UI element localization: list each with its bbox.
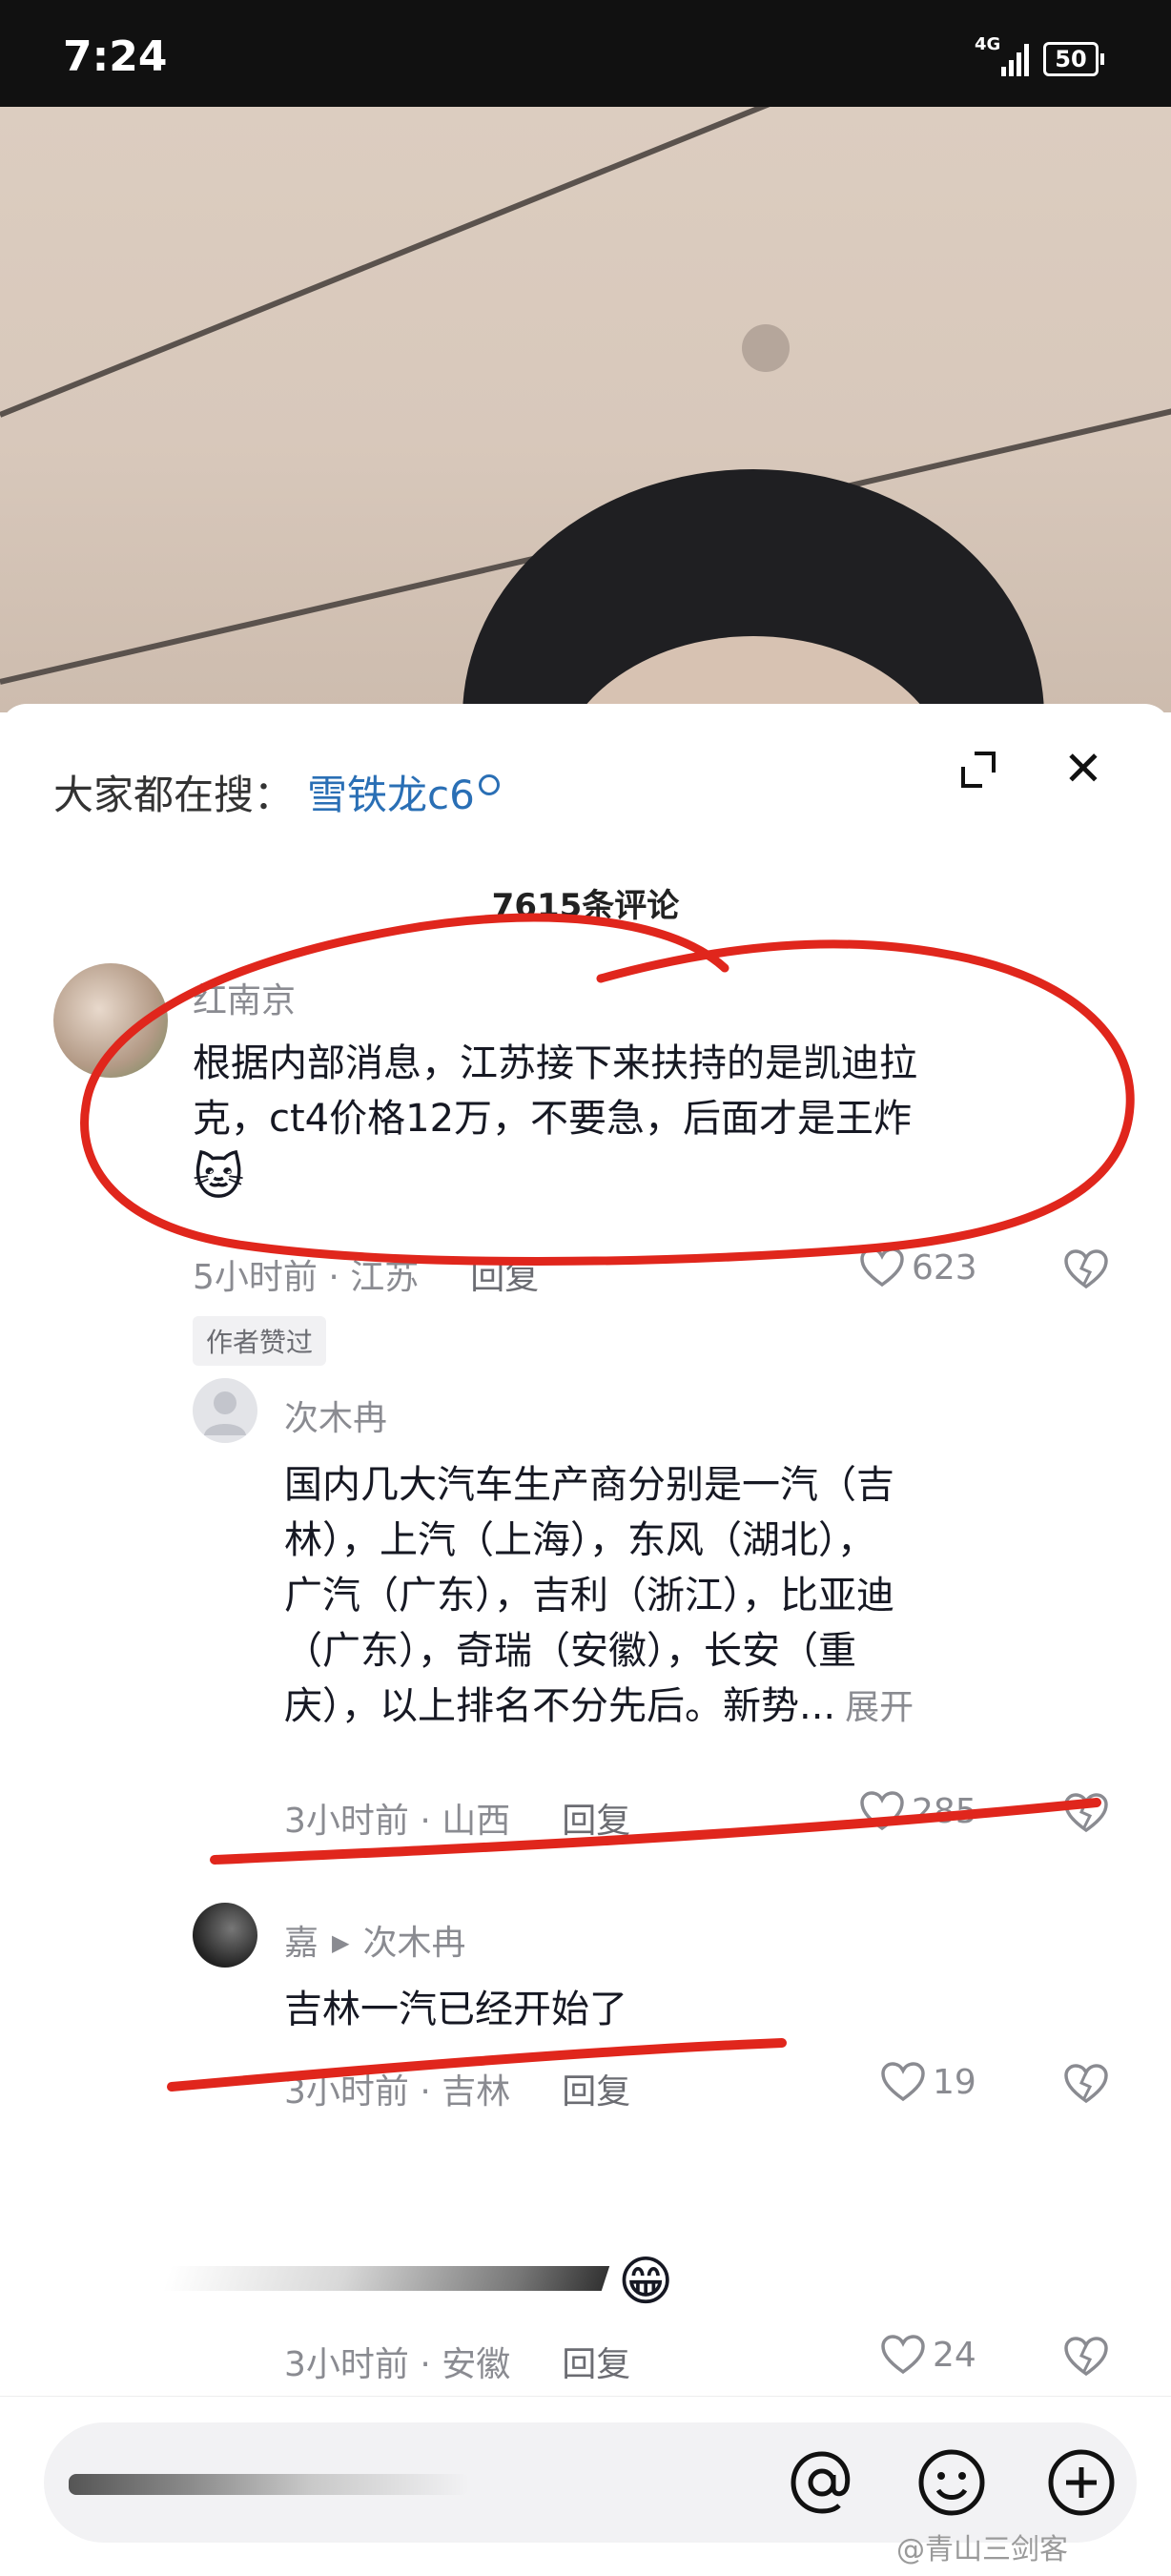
reply-text-line: （广东），奇瑞（安徽），长安（重 (284, 1629, 856, 1673)
reply-button[interactable]: 回复 (562, 2345, 630, 2384)
redacted-text-bar (162, 2266, 610, 2291)
watermark: @青山三剑客 (896, 2533, 1068, 2566)
search-icon (478, 774, 500, 795)
avatar[interactable] (53, 963, 168, 1078)
dislike-icon[interactable] (1064, 1793, 1108, 1837)
network-indicator: 4G (975, 34, 1001, 54)
signal-icon (1001, 44, 1032, 76)
reply-to-username[interactable]: 次木冉 (362, 1924, 465, 1963)
reply-button[interactable]: 回复 (470, 1258, 539, 1297)
reply-time-location: 3小时前 · 吉林 (284, 2072, 511, 2112)
add-icon[interactable] (1045, 2446, 1118, 2519)
like-button[interactable]: 285 (860, 1791, 977, 1831)
expand-text-button[interactable]: 展开 (845, 1688, 914, 1727)
trending-search-label: 大家都在搜： (53, 772, 295, 818)
like-count: 623 (912, 1247, 977, 1288)
status-time: 7:24 (63, 32, 168, 81)
input-placeholder-redacted (69, 2474, 469, 2495)
comment-username[interactable]: 红南京 (193, 973, 296, 1022)
reply-text-line: 广汽（广东），吉利（浙江），比亚迪 (284, 1574, 894, 1618)
reply-username[interactable]: 嘉 ▶ 次木冉 (284, 1915, 466, 1965)
like-count: 19 (933, 2062, 976, 2102)
heart-icon (860, 1247, 904, 1288)
comment-text: 根据内部消息，江苏接下来扶持的是凯迪拉 克，ct4价格12万，不要急，后面才是王… (193, 1036, 1127, 1209)
author-liked-badge: 作者赞过 (193, 1316, 327, 1366)
video-frame (0, 107, 1171, 712)
ceiling-light (742, 324, 790, 372)
comment-count: 7615条评论 (491, 887, 680, 925)
reply-text: 吉林一汽已经开始了 (284, 1988, 627, 2031)
dislike-icon[interactable] (1064, 2337, 1108, 2380)
emoji-icon[interactable] (915, 2446, 988, 2519)
mention-icon[interactable] (786, 2446, 858, 2519)
reply-time-location: 3小时前 · 山西 (284, 1802, 511, 1841)
dislike-icon[interactable] (1064, 1249, 1108, 1293)
status-bar: 7:24 4G 50 (0, 0, 1171, 107)
reply-text-line: 国内几大汽车生产商分别是一汽（吉 (284, 1463, 894, 1507)
reply-time-location: 3小时前 · 安徽 (284, 2345, 511, 2384)
like-count: 24 (933, 2335, 976, 2375)
heart-icon (881, 2335, 925, 2375)
close-icon[interactable]: ✕ (1057, 742, 1110, 795)
reply-meta: 3小时前 · 山西 回复 (284, 1793, 630, 1843)
avatar[interactable] (193, 1903, 257, 1968)
comment-text-line: 克，ct4价格12万，不要急，后面才是王炸 (193, 1097, 913, 1141)
comment-meta: 5小时前 · 江苏 回复 (193, 1249, 539, 1299)
reply-username[interactable]: 次木冉 (284, 1391, 387, 1440)
dislike-icon[interactable] (1064, 2064, 1108, 2108)
like-button[interactable]: 24 (881, 2335, 976, 2375)
reply-meta: 3小时前 · 吉林 回复 (284, 2064, 630, 2113)
reply-text-line: 庆），以上排名不分先后。新势... 展开 (284, 1684, 914, 1728)
comment-text-line: 根据内部消息，江苏接下来扶持的是凯迪拉 (193, 1041, 917, 1085)
like-count: 285 (912, 1791, 977, 1831)
heart-icon (860, 1791, 904, 1831)
heart-icon (881, 2062, 925, 2102)
like-button[interactable]: 19 (881, 2062, 976, 2102)
reply-text-line: 林），上汽（上海），东风（湖北）， (284, 1518, 875, 1562)
avatar[interactable] (193, 1378, 257, 1443)
reply-arrow-icon: ▶ (332, 1929, 350, 1956)
reply-button[interactable]: 回复 (562, 2072, 630, 2112)
trending-search[interactable]: 大家都在搜： 雪铁龙c6 (53, 763, 500, 821)
like-button[interactable]: 623 (860, 1247, 977, 1288)
trending-search-term[interactable]: 雪铁龙c6 (307, 772, 475, 818)
reply-text: 国内几大汽车生产商分别是一汽（吉 林），上汽（上海），东风（湖北）， 广汽（广东… (284, 1457, 1123, 1736)
grin-emoji: 😁 (618, 2251, 674, 2313)
expand-icon[interactable] (955, 746, 1003, 793)
battery-icon: 50 (1043, 42, 1104, 76)
comment-time-location: 5小时前 · 江苏 (193, 1258, 420, 1297)
wolf-emoji: 🐱 (193, 1149, 245, 1206)
reply-button[interactable]: 回复 (562, 1802, 630, 1841)
reply-meta: 3小时前 · 安徽 回复 (284, 2337, 630, 2386)
